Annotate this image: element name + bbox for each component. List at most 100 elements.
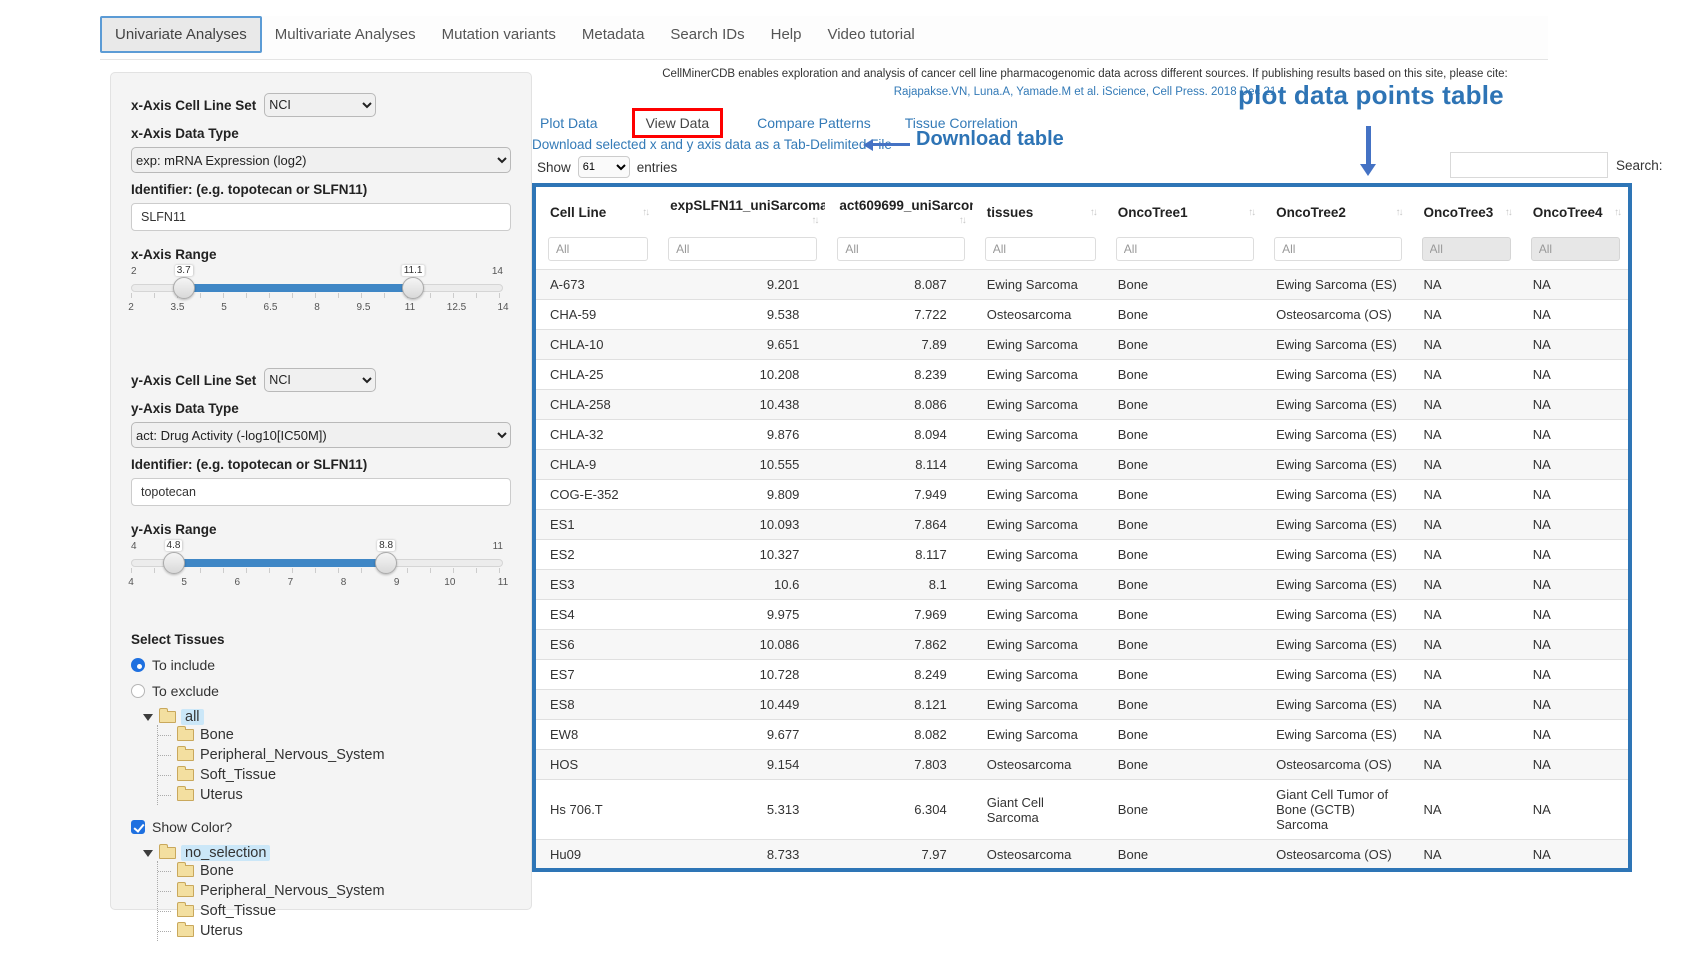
folder-icon: [177, 905, 194, 917]
search-input[interactable]: [1450, 152, 1608, 178]
table-row[interactable]: ES710.7288.249Ewing SarcomaBoneEwing Sar…: [536, 660, 1628, 690]
table-row[interactable]: EW89.6778.082Ewing SarcomaBoneEwing Sarc…: [536, 720, 1628, 750]
table-row[interactable]: CHLA-109.6517.89Ewing SarcomaBoneEwing S…: [536, 330, 1628, 360]
subtab-plot-data[interactable]: Plot Data: [540, 115, 598, 131]
sort-icon[interactable]: ↑↓: [1090, 207, 1096, 218]
sort-icon[interactable]: ↑↓: [959, 215, 965, 226]
cell: NA: [1410, 360, 1519, 390]
nav-tab-help[interactable]: Help: [758, 18, 815, 51]
include-tree-item-uterus[interactable]: Uterus: [158, 785, 511, 805]
column-filter-input[interactable]: [1116, 237, 1254, 261]
color-tree-item-bone[interactable]: Bone: [158, 861, 511, 881]
y-axis-range-slider[interactable]: 4114.88.84567891011: [131, 541, 503, 593]
y-axis-slider-high-handle[interactable]: [375, 552, 397, 574]
x-axis-slider-high-handle[interactable]: [402, 277, 424, 299]
table-row[interactable]: ES210.3278.117Ewing SarcomaBoneEwing Sar…: [536, 540, 1628, 570]
table-row[interactable]: CHLA-910.5558.114Ewing SarcomaBoneEwing …: [536, 450, 1628, 480]
sort-icon[interactable]: ↑↓: [1248, 207, 1254, 218]
sort-icon[interactable]: ↑↓: [1396, 207, 1402, 218]
x-axis-slider-low-handle[interactable]: [173, 277, 195, 299]
nav-tab-univariate-analyses[interactable]: Univariate Analyses: [100, 16, 262, 53]
table-row[interactable]: ES810.4498.121Ewing SarcomaBoneEwing Sar…: [536, 690, 1628, 720]
include-tree-item-bone[interactable]: Bone: [158, 725, 511, 745]
subtab-view-data[interactable]: View Data: [646, 115, 710, 131]
cell: Bone: [1104, 390, 1262, 420]
color-tree-item-soft_tissue[interactable]: Soft_Tissue: [158, 901, 511, 921]
column-filter-input[interactable]: [548, 237, 648, 261]
table-row[interactable]: ES610.0867.862Ewing SarcomaBoneEwing Sar…: [536, 630, 1628, 660]
y-axis-slider-low-handle[interactable]: [163, 552, 185, 574]
sort-icon[interactable]: ↑↓: [1505, 207, 1511, 218]
table-row[interactable]: CHA-599.5387.722OsteosarcomaBoneOsteosar…: [536, 300, 1628, 330]
y-axis-data-type-select[interactable]: act: Drug Activity (-log10[IC50M]): [131, 422, 511, 448]
column-header-cell-line[interactable]: Cell Line↑↓: [536, 187, 656, 235]
table-row[interactable]: Hs 706.T5.3136.304Giant Cell SarcomaBone…: [536, 780, 1628, 840]
table-row[interactable]: KHOS NP8.3437.371OsteosarcomaBoneOsteosa…: [536, 870, 1628, 873]
tree-expander-icon[interactable]: [143, 850, 153, 857]
cell: NA: [1410, 780, 1519, 840]
table-row[interactable]: ES49.9757.969Ewing SarcomaBoneEwing Sarc…: [536, 600, 1628, 630]
radio-selected-icon[interactable]: [131, 658, 145, 672]
nav-tab-video-tutorial[interactable]: Video tutorial: [814, 18, 927, 51]
x-axis-cell-line-set-select[interactable]: NCI: [264, 93, 376, 117]
tissues-include-radio[interactable]: To include: [131, 657, 511, 673]
color-tree-item-peripheral_nervous_system[interactable]: Peripheral_Nervous_System: [158, 881, 511, 901]
sort-icon[interactable]: ↑↓: [642, 207, 648, 218]
tissues-exclude-label: To exclude: [152, 683, 219, 699]
column-header-oncotree4[interactable]: OncoTree4↑↓: [1519, 187, 1628, 235]
sort-icon[interactable]: ↑↓: [1614, 207, 1620, 218]
color-tree-root-label[interactable]: no_selection: [181, 845, 270, 861]
y-axis-range-low-value: 4.8: [165, 540, 183, 551]
nav-tab-multivariate-analyses[interactable]: Multivariate Analyses: [262, 18, 429, 51]
cell: 10.086: [656, 630, 825, 660]
column-filter-input[interactable]: [985, 237, 1096, 261]
table-row[interactable]: COG-E-3529.8097.949Ewing SarcomaBoneEwin…: [536, 480, 1628, 510]
include-tree-item-peripheral_nervous_system[interactable]: Peripheral_Nervous_System: [158, 745, 511, 765]
column-header-oncotree2[interactable]: OncoTree2↑↓: [1262, 187, 1409, 235]
nav-tab-mutation-variants[interactable]: Mutation variants: [429, 18, 569, 51]
x-axis-range-slider[interactable]: 2143.711.123.556.589.51112.514: [131, 266, 503, 318]
column-header-oncotree3[interactable]: OncoTree3↑↓: [1410, 187, 1519, 235]
tissues-exclude-radio[interactable]: To exclude: [131, 683, 511, 699]
include-tree-root-label[interactable]: all: [181, 709, 204, 725]
subtab-compare-patterns[interactable]: Compare Patterns: [757, 115, 871, 131]
table-row[interactable]: Hu098.7337.97OsteosarcomaBoneOsteosarcom…: [536, 840, 1628, 870]
cell: NA: [1410, 330, 1519, 360]
cell: NA: [1410, 570, 1519, 600]
column-filter-input[interactable]: [837, 237, 964, 261]
column-filter-input[interactable]: [1274, 237, 1401, 261]
column-header-oncotree1[interactable]: OncoTree1↑↓: [1104, 187, 1262, 235]
x-axis-identifier-input[interactable]: [131, 203, 511, 231]
table-row[interactable]: A-6739.2018.087Ewing SarcomaBoneEwing Sa…: [536, 270, 1628, 300]
radio-unselected-icon[interactable]: [131, 684, 145, 698]
citation-text: CellMinerCDB enables exploration and ana…: [540, 68, 1630, 80]
table-row[interactable]: HOS9.1547.803OsteosarcomaBoneOsteosarcom…: [536, 750, 1628, 780]
show-color-checkbox-row[interactable]: Show Color?: [131, 819, 511, 835]
column-header-expslfn11_unisarcoma[interactable]: expSLFN11_uniSarcoma↑↓: [656, 187, 825, 235]
color-tree-item-uterus[interactable]: Uterus: [158, 921, 511, 941]
tree-expander-icon[interactable]: [143, 714, 153, 721]
color-tree-root[interactable]: no_selection: [143, 845, 511, 861]
y-axis-identifier-input[interactable]: [131, 478, 511, 506]
entries-count-select[interactable]: 61: [578, 156, 630, 178]
table-row[interactable]: ES110.0937.864Ewing SarcomaBoneEwing Sar…: [536, 510, 1628, 540]
nav-tab-search-ids[interactable]: Search IDs: [657, 18, 757, 51]
column-header-act609699_unisarcoma[interactable]: act609699_uniSarcoma↑↓: [825, 187, 972, 235]
nav-tab-metadata[interactable]: Metadata: [569, 18, 658, 51]
cell: NA: [1519, 720, 1628, 750]
cell: HOS: [536, 750, 656, 780]
table-row[interactable]: CHLA-25810.4388.086Ewing SarcomaBoneEwin…: [536, 390, 1628, 420]
include-tree-root[interactable]: all: [143, 709, 511, 725]
download-tab-delimited-link[interactable]: Download selected x and y axis data as a…: [532, 137, 892, 152]
table-row[interactable]: CHLA-2510.2088.239Ewing SarcomaBoneEwing…: [536, 360, 1628, 390]
sort-icon[interactable]: ↑↓: [811, 215, 817, 226]
y-axis-cell-line-set-select[interactable]: NCI: [264, 368, 376, 392]
column-header-tissues[interactable]: tissues↑↓: [973, 187, 1104, 235]
table-row[interactable]: ES310.68.1Ewing SarcomaBoneEwing Sarcoma…: [536, 570, 1628, 600]
column-filter-input[interactable]: [668, 237, 817, 261]
checkbox-checked-icon[interactable]: [131, 820, 145, 834]
cell: ES8: [536, 690, 656, 720]
x-axis-data-type-select[interactable]: exp: mRNA Expression (log2): [131, 147, 511, 173]
include-tree-item-soft_tissue[interactable]: Soft_Tissue: [158, 765, 511, 785]
table-row[interactable]: CHLA-329.8768.094Ewing SarcomaBoneEwing …: [536, 420, 1628, 450]
